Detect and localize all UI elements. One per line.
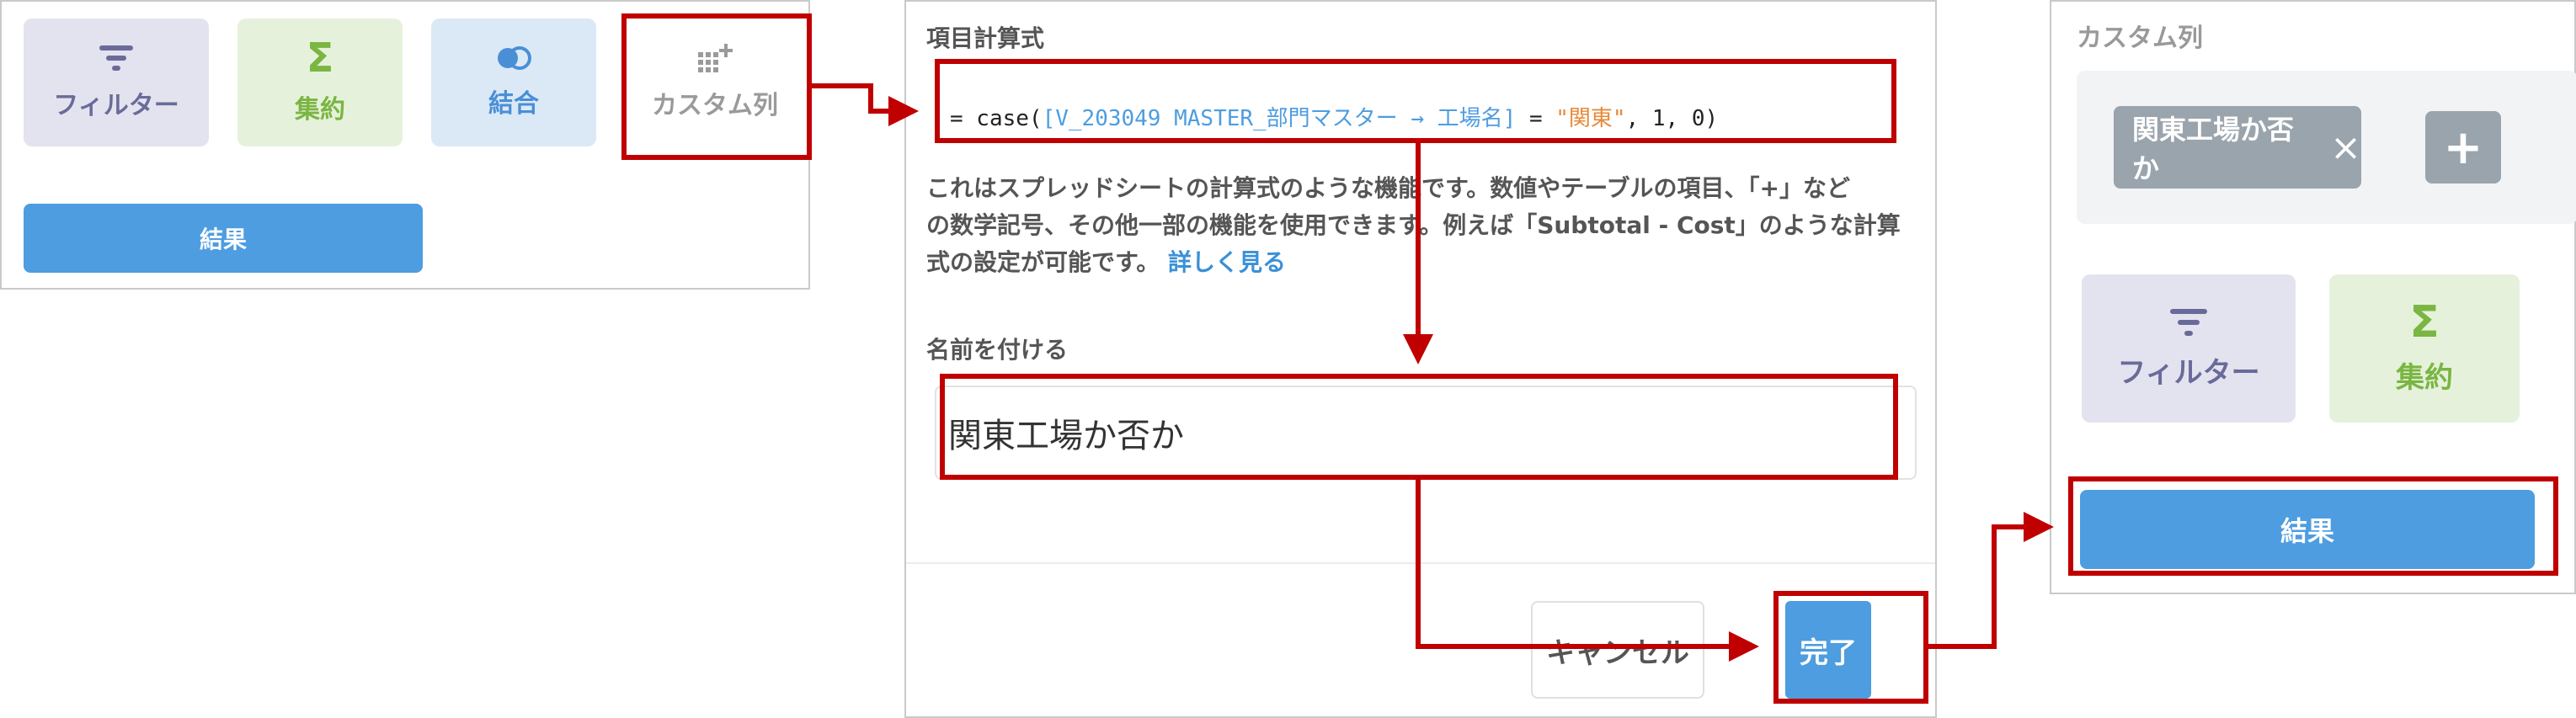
arrow-to-result — [1928, 512, 2054, 649]
flow-arrows — [812, 83, 2054, 662]
arrow-to-formula — [812, 83, 919, 126]
arrow-to-done — [1416, 480, 1759, 662]
